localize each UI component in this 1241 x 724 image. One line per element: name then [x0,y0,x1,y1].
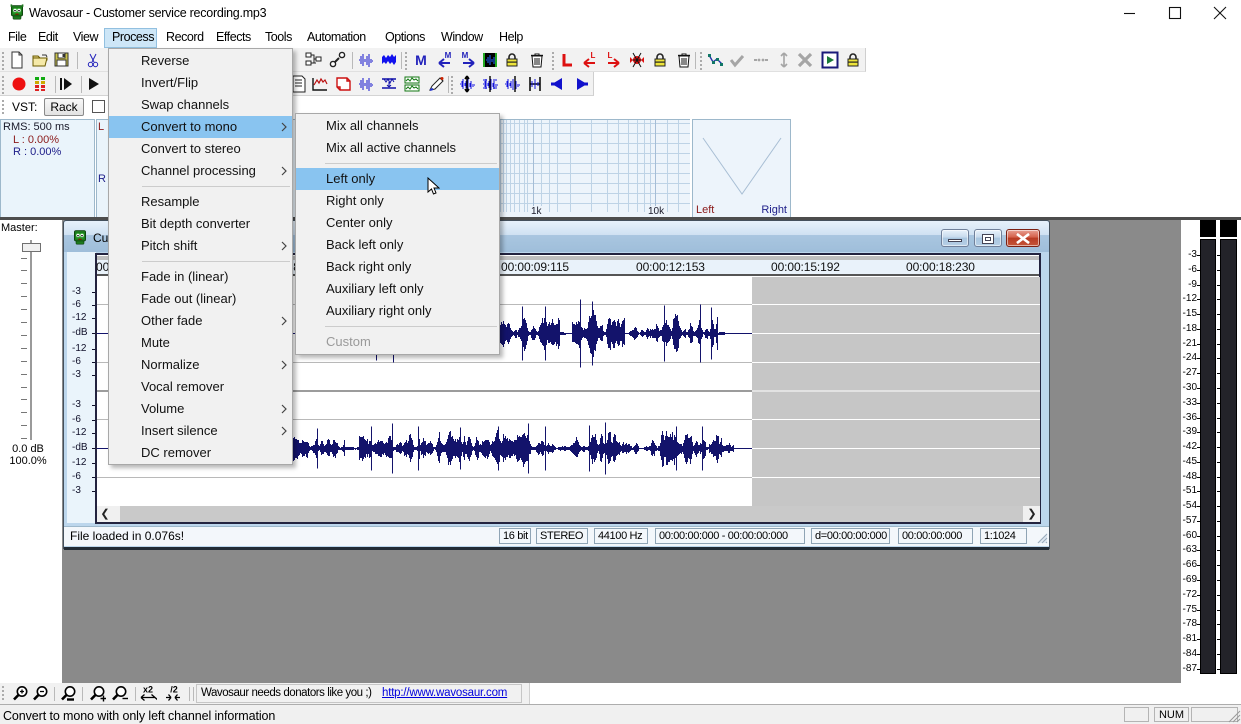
svg-text:M: M [415,52,427,68]
svg-text:/2: /2 [170,685,178,695]
svg-text:L: L [608,51,613,60]
svg-text:x2: x2 [143,685,153,695]
svg-text:L: L [591,51,596,60]
svg-text:M: M [462,51,469,60]
svg-text:M: M [445,51,452,60]
